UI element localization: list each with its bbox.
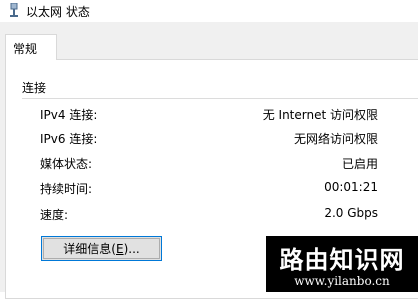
group-divider [22,98,418,99]
window-title: 以太网 状态 [26,5,90,19]
details-label-suffix: )... [123,242,140,256]
tab-general[interactable]: 常规 [5,34,57,60]
title-bar: 以太网 状态 [0,0,418,22]
ipv6-value: 无网络访问权限 [293,132,378,146]
duration-label: 持续时间: [40,182,93,196]
details-label-prefix: 详细信息( [63,242,116,256]
ipv4-label: IPv4 连接: [40,108,98,122]
media-state-value: 已启用 [341,157,378,171]
speed-label: 速度: [40,208,69,222]
tab-general-label: 常规 [13,42,38,56]
watermark: 路由知识网 www.yilanbo.cn [266,236,418,292]
watermark-url: www.yilanbo.cn [294,274,390,288]
ipv4-value: 无 Internet 访问权限 [262,108,378,122]
media-state-label: 媒体状态: [40,157,93,171]
ethernet-icon [10,3,18,17]
connection-group-title: 连接 [22,81,47,95]
ipv6-label: IPv6 连接: [40,132,98,146]
duration-value: 00:01:21 [324,180,378,194]
details-accesskey: E [115,242,124,256]
speed-value: 2.0 Gbps [324,206,378,220]
details-button[interactable]: 详细信息(E)... [41,236,162,261]
watermark-title: 路由知识网 [279,245,405,274]
